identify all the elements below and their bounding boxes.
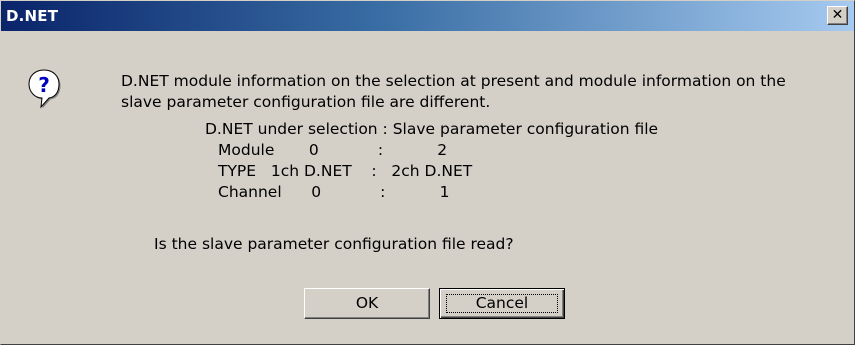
message-line-5: TYPE 1ch D.NET : 2ch D.NET (218, 162, 473, 180)
ok-button[interactable]: OK (304, 288, 430, 319)
close-icon: ✕ (831, 7, 844, 23)
cancel-button[interactable]: Cancel (439, 288, 565, 319)
dialog-window: D.NET ✕ ? D.NET module information on th… (0, 0, 855, 345)
ok-button-label: OK (355, 294, 379, 312)
message-line-2: slave parameter configuration file are d… (121, 93, 491, 111)
message-line-4: Module 0 : 2 (218, 141, 448, 159)
cancel-button-label: Cancel (475, 294, 529, 312)
message-line-6: Channel 0 : 1 (218, 183, 450, 201)
close-button[interactable]: ✕ (827, 6, 848, 25)
message-line-3: D.NET under selection : Slave parameter … (205, 120, 659, 138)
window-title: D.NET (6, 7, 59, 25)
svg-text:?: ? (38, 73, 50, 97)
title-bar[interactable]: D.NET ✕ (1, 1, 854, 31)
message-line-1: D.NET module information on the selectio… (121, 72, 786, 90)
question-icon: ? (28, 69, 61, 109)
question-text: Is the slave parameter configuration fil… (154, 235, 514, 253)
